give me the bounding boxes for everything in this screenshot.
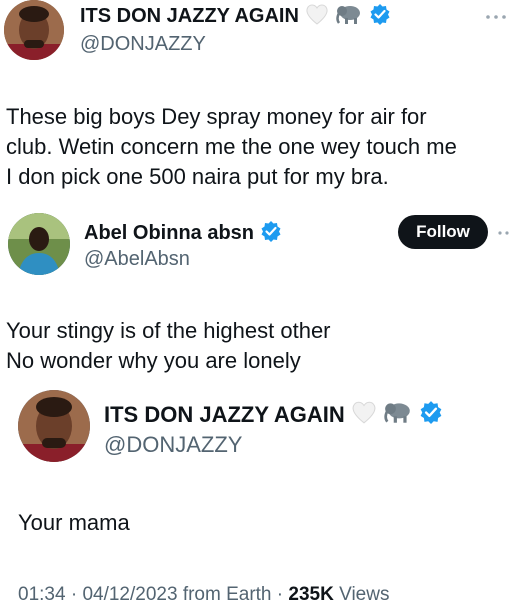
tweet-meta: 01:34 · 04/12/2023 from Earth · 235K Vie… [18, 584, 389, 606]
follow-button[interactable]: Follow [398, 215, 488, 249]
tweet3-header: ITS DON JAZZY AGAIN [104, 400, 443, 429]
avatar-image [18, 390, 90, 462]
white-heart-icon [305, 3, 329, 30]
verified-badge-icon [260, 220, 282, 247]
tweet1-display-name[interactable]: ITS DON JAZZY AGAIN [80, 5, 299, 28]
views-label: Views [339, 584, 390, 605]
don-jazzy-avatar[interactable] [18, 390, 90, 462]
meta-separator: · [70, 584, 78, 605]
tweet2-header: Abel Obinna absn [84, 220, 282, 247]
elephant-icon [335, 3, 363, 30]
don-jazzy-avatar[interactable] [4, 0, 64, 60]
tweet2-text-line: Your stingy is of the highest other [6, 318, 331, 343]
tweet2-display-name[interactable]: Abel Obinna absn [84, 222, 254, 245]
tweet1-handle[interactable]: @DONJAZZY [80, 33, 206, 56]
tweet1-header: ITS DON JAZZY AGAIN [80, 3, 391, 30]
tweet1-text-line: These big boys Dey spray money for air f… [6, 104, 427, 129]
tweet-time[interactable]: 01:34 [18, 584, 66, 605]
tweet3-handle[interactable]: @DONJAZZY [104, 432, 242, 458]
elephant-icon [383, 400, 413, 429]
verified-badge-icon [369, 3, 391, 30]
tweet3-text: Your mama [18, 510, 130, 535]
tweet2-text: Your stingy is of the highest other No w… [6, 316, 511, 376]
verified-badge-icon [419, 400, 443, 429]
meta-separator: · [276, 584, 284, 605]
white-heart-icon [351, 400, 377, 429]
more-dots-icon[interactable] [484, 10, 508, 22]
tweet3-display-name[interactable]: ITS DON JAZZY AGAIN [104, 402, 345, 428]
more-dots-icon[interactable] [496, 226, 512, 238]
tweet-source: from Earth [182, 584, 272, 605]
tweet-date[interactable]: 04/12/2023 [82, 584, 177, 605]
abel-avatar[interactable] [8, 213, 70, 275]
tweet1-text: These big boys Dey spray money for air f… [6, 102, 511, 192]
tweet1-text-line: club. Wetin concern me the one wey touch… [6, 134, 457, 159]
tweet1-text-line: I don pick one 500 naira put for my bra. [6, 164, 389, 189]
tweet2-text-line: No wonder why you are lonely [6, 348, 301, 373]
avatar-image [8, 213, 70, 275]
avatar-image [4, 0, 64, 60]
views-count: 235K [288, 584, 334, 605]
tweet2-handle[interactable]: @AbelAbsn [84, 248, 190, 271]
